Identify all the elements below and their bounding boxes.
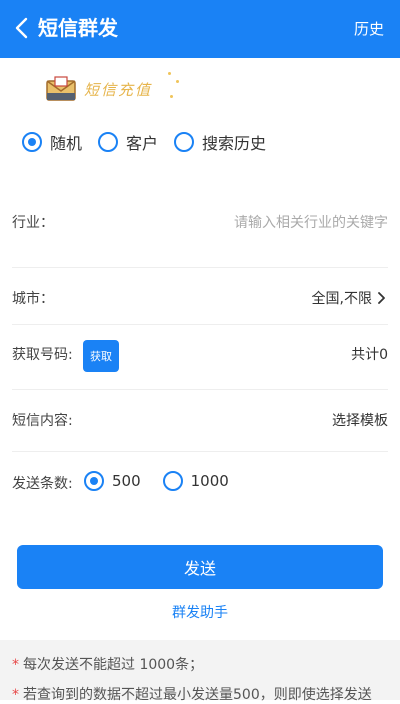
asterisk-icon: * <box>12 687 19 703</box>
radio-circle[interactable] <box>174 132 195 152</box>
industry-label: 行业： <box>12 215 54 231</box>
send-assistant-link[interactable]: 群发助手 <box>0 602 400 622</box>
city-value: 全国,不限 <box>311 291 372 307</box>
radio-label: 500 <box>112 472 141 490</box>
get-numbers-button[interactable]: 获取 <box>83 340 119 372</box>
note-item: * 若查询到的数据不超过最小发送量500，则即使选择发送 <box>12 684 372 704</box>
divider <box>12 389 388 390</box>
recharge-label: 短信充值 <box>84 80 153 99</box>
radio-label: 搜索历史 <box>202 134 267 153</box>
radio-random[interactable]: 随机 <box>22 130 82 154</box>
radio-search-history[interactable]: 搜索历史 <box>174 130 266 154</box>
content-row: 短信内容: 选择模板 <box>0 410 400 434</box>
history-button[interactable]: 历史 <box>354 18 384 40</box>
count-radio-group: 500 1000 <box>84 471 245 491</box>
radio-label: 客户 <box>126 134 159 153</box>
radio-1000[interactable]: 1000 <box>162 471 229 491</box>
notice-panel: * 每次发送不能超过 1000条； * 若查询到的数据不超过最小发送量500，则即使… <box>0 640 400 703</box>
numbers-row: 获取号码: 共计0 <box>0 344 400 368</box>
radio-circle-checked[interactable] <box>84 471 104 491</box>
numbers-total: 共计0 <box>351 347 388 363</box>
back-button[interactable] <box>8 14 36 42</box>
chevron-right-icon <box>378 292 385 304</box>
industry-input[interactable]: 请输入相关行业的关键字 <box>234 212 388 232</box>
envelope-icon <box>46 76 76 101</box>
radio-500[interactable]: 500 <box>84 471 141 491</box>
send-button[interactable]: 发送 <box>17 545 383 589</box>
city-row[interactable]: 城市： 全国,不限 <box>0 288 400 312</box>
city-label: 城市： <box>12 291 54 307</box>
recharge-banner[interactable]: 短信充值 <box>46 72 152 106</box>
note-text: 若查询到的数据不超过最小发送量500，则即使选择发送 <box>23 687 372 703</box>
chevron-left-icon <box>15 17 28 39</box>
radio-label: 1000 <box>190 472 229 490</box>
choose-template-button[interactable]: 选择模板 <box>332 410 388 430</box>
radio-label: 随机 <box>50 134 83 153</box>
numbers-label: 获取号码: <box>12 347 73 363</box>
source-radio-group: 随机 客户 搜索历史 <box>22 130 282 154</box>
divider <box>12 451 388 452</box>
divider <box>12 267 388 268</box>
asterisk-icon: * <box>12 657 19 673</box>
sparkle-dot <box>176 80 179 83</box>
count-label: 发送条数: <box>12 476 73 492</box>
sparkle-dot <box>168 72 171 75</box>
sparkle-dot <box>170 95 173 98</box>
note-text: 每次发送不能超过 1000条； <box>23 657 204 673</box>
top-bar: 短信群发 历史 <box>0 0 400 58</box>
radio-circle[interactable] <box>162 471 183 491</box>
note-item: * 每次发送不能超过 1000条； <box>12 654 203 674</box>
radio-customer[interactable]: 客户 <box>98 130 158 154</box>
content-label: 短信内容: <box>12 413 73 429</box>
industry-row: 行业： 请输入相关行业的关键字 <box>0 212 400 236</box>
page-title: 短信群发 <box>38 16 118 40</box>
divider <box>12 324 388 325</box>
radio-circle[interactable] <box>98 132 119 152</box>
radio-circle-checked[interactable] <box>22 132 42 152</box>
